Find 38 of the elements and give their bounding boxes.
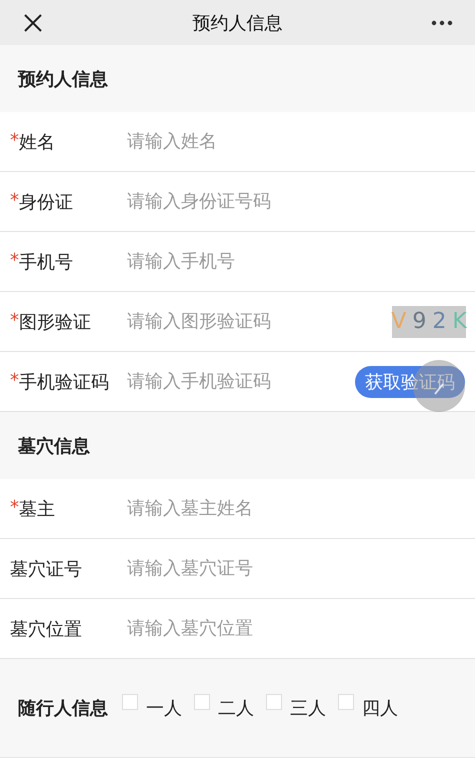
field-label: 身份证 bbox=[19, 190, 73, 214]
field-label: 墓主 bbox=[19, 498, 55, 520]
required-mark: * bbox=[10, 250, 19, 272]
checkbox[interactable] bbox=[194, 694, 210, 710]
input-field[interactable]: 请输入手机验证码 bbox=[125, 370, 355, 393]
section-title: 墓穴信息 bbox=[18, 434, 90, 458]
field-label: 墓穴位置 bbox=[10, 618, 82, 640]
captcha-image[interactable]: V 9 2 K bbox=[392, 306, 466, 338]
get-code-button[interactable]: 获取验证码 bbox=[355, 366, 465, 398]
option-label: 一人 bbox=[146, 697, 182, 720]
close-icon[interactable] bbox=[22, 12, 44, 32]
required-mark: * bbox=[10, 496, 19, 520]
input-field[interactable]: 请输入图形验证码 bbox=[125, 310, 392, 333]
more-icon[interactable] bbox=[431, 20, 453, 26]
field-label: 图形验证 bbox=[19, 310, 91, 334]
field-label: 墓穴证号 bbox=[10, 558, 82, 580]
input-field[interactable]: 请输入墓穴证号 bbox=[125, 557, 465, 580]
required-mark: * bbox=[10, 310, 19, 332]
required-mark: * bbox=[10, 190, 19, 212]
input-field[interactable]: 请输入墓主姓名 bbox=[125, 497, 465, 520]
required-mark: * bbox=[10, 370, 19, 392]
required-mark: * bbox=[10, 130, 19, 152]
checkbox[interactable] bbox=[122, 694, 138, 710]
input-field[interactable]: 请输入手机号 bbox=[125, 250, 465, 273]
field-label: 手机验证码 bbox=[19, 370, 109, 394]
companion-label: 随行人信息 bbox=[18, 697, 108, 720]
checkbox[interactable] bbox=[266, 694, 282, 710]
option-label: 三人 bbox=[290, 697, 326, 720]
section-title: 预约人信息 bbox=[18, 68, 108, 90]
input-field[interactable]: 请输入身份证号码 bbox=[125, 190, 465, 213]
option-label: 二人 bbox=[218, 697, 254, 720]
field-label: 手机号 bbox=[19, 250, 73, 274]
checkbox[interactable] bbox=[338, 694, 354, 710]
option-label: 四人 bbox=[362, 697, 398, 720]
field-label: 姓名 bbox=[19, 130, 55, 154]
input-field[interactable]: 请输入姓名 bbox=[125, 130, 465, 153]
window-title: 预约人信息 bbox=[192, 12, 282, 34]
input-field[interactable]: 请输入墓穴位置 bbox=[125, 617, 465, 640]
